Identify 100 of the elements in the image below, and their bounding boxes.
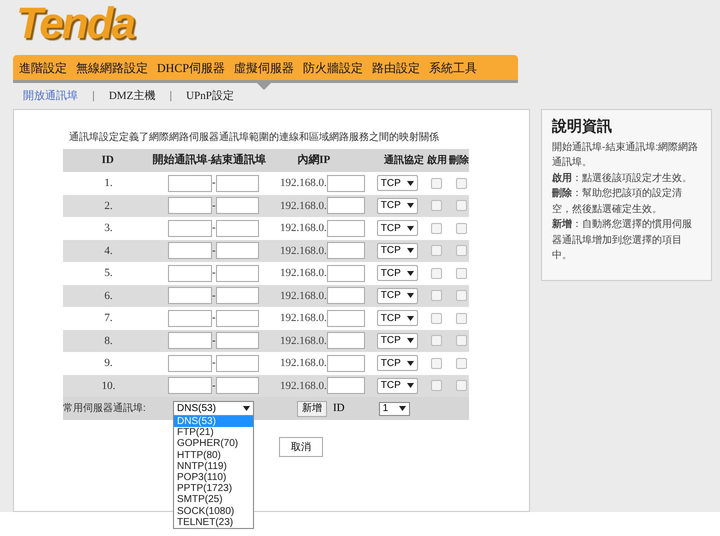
protocol-select[interactable]: TCP: [376, 242, 418, 259]
dropdown-option[interactable]: GOPHER(70): [174, 438, 253, 450]
checkbox[interactable]: [456, 358, 467, 369]
start-port-field[interactable]: [168, 264, 212, 282]
row-id: 2.: [103, 198, 114, 214]
nav-tab[interactable]: 無線網路設定: [76, 58, 148, 76]
start-port-field[interactable]: [168, 174, 212, 192]
end-port-field[interactable]: [216, 310, 259, 327]
end-port-field[interactable]: [216, 332, 259, 350]
start-port-field[interactable]: [168, 332, 212, 350]
dropdown-option[interactable]: SOCK(1080): [174, 506, 253, 517]
caret-icon: [406, 248, 414, 254]
nav-tab[interactable]: 虛擬伺服器: [234, 58, 294, 76]
end-port-field[interactable]: [216, 174, 259, 192]
checkbox[interactable]: [456, 335, 467, 346]
help-paragraph: 開始通訊埠-結束通訊埠:網際網路通訊埠。: [552, 140, 700, 170]
ip-field[interactable]: [326, 174, 365, 192]
dropdown-option[interactable]: FTP(21): [174, 427, 253, 438]
ip-field[interactable]: [326, 310, 365, 327]
start-port-field[interactable]: [168, 377, 212, 394]
nav-tab[interactable]: 系統工具: [429, 58, 478, 76]
checkbox[interactable]: [430, 200, 442, 212]
dropdown-option[interactable]: HTTP(80): [174, 450, 253, 461]
checkbox[interactable]: [430, 222, 442, 234]
ip-prefix-text: 192.168.0.: [280, 176, 327, 191]
sub-tab[interactable]: UPnP設定: [186, 88, 234, 104]
checkbox[interactable]: [430, 268, 442, 279]
checkbox[interactable]: [456, 312, 467, 324]
ip-field[interactable]: [326, 332, 365, 350]
dropdown-option[interactable]: SMTP(25): [174, 494, 253, 506]
checkbox[interactable]: [456, 222, 467, 234]
dropdown-option[interactable]: TELNET(23): [174, 516, 253, 528]
checkbox[interactable]: [456, 268, 467, 279]
sub-tab[interactable]: 開放通訊埠: [23, 88, 78, 104]
end-port-field[interactable]: [216, 287, 259, 304]
protocol-select[interactable]: TCP: [376, 198, 418, 214]
protocol-select[interactable]: TCP: [376, 310, 418, 326]
checkbox[interactable]: [456, 200, 467, 212]
protocol-select[interactable]: TCP: [376, 378, 418, 394]
column-header: 開始通訊埠-結束通訊埠: [152, 152, 265, 168]
ip-prefix-text: 192.168.0.: [280, 311, 327, 326]
start-port-field[interactable]: [168, 354, 212, 372]
separator-text: -: [212, 356, 216, 371]
id-select[interactable]: 1: [378, 402, 410, 416]
protocol-select[interactable]: TCP: [376, 332, 418, 349]
protocol-select[interactable]: TCP: [376, 175, 418, 192]
ip-field[interactable]: [326, 220, 365, 237]
protocol-select[interactable]: TCP: [376, 355, 418, 372]
checkbox[interactable]: [456, 290, 467, 302]
separator-text: -: [212, 244, 216, 258]
separator-text: -: [212, 311, 216, 326]
separator-text: -: [212, 334, 216, 348]
checkbox[interactable]: [430, 380, 442, 392]
ip-field[interactable]: [326, 197, 365, 214]
dropdown-option[interactable]: NNTP(119): [174, 460, 253, 472]
column-header: 啟用: [427, 154, 447, 168]
checkbox[interactable]: [430, 358, 442, 369]
start-port-field[interactable]: [168, 220, 212, 237]
protocol-select[interactable]: TCP: [376, 288, 418, 304]
protocol-select[interactable]: TCP: [376, 265, 418, 282]
end-port-field[interactable]: [216, 354, 259, 372]
checkbox[interactable]: [456, 178, 467, 189]
ip-field[interactable]: [326, 354, 365, 372]
checkbox[interactable]: [430, 312, 442, 324]
sub-tab[interactable]: DMZ主機: [108, 88, 156, 104]
common-ports-select[interactable]: DNS(53): [173, 401, 254, 416]
nav-tab[interactable]: 進階設定: [19, 58, 67, 76]
ip-prefix-text: 192.168.0.: [280, 221, 327, 236]
dropdown-option[interactable]: PPTP(1723): [174, 483, 253, 494]
end-port-field[interactable]: [216, 264, 259, 282]
cancel-button[interactable]: 取消: [279, 437, 323, 457]
start-port-field[interactable]: [168, 242, 212, 260]
caret-icon: [406, 360, 414, 366]
checkbox[interactable]: [456, 245, 467, 256]
start-port-field[interactable]: [168, 287, 212, 304]
end-port-field[interactable]: [216, 242, 259, 260]
end-port-field[interactable]: [216, 197, 259, 214]
nav-tab[interactable]: 路由設定: [372, 58, 420, 76]
ip-field[interactable]: [326, 264, 365, 282]
add-button[interactable]: 新增: [297, 400, 327, 416]
end-port-field[interactable]: [216, 377, 259, 394]
caret-icon: [243, 406, 250, 411]
checkbox[interactable]: [430, 335, 442, 346]
ip-field[interactable]: [326, 287, 365, 304]
nav-tab[interactable]: 防火牆設定: [303, 58, 364, 76]
checkbox[interactable]: [430, 290, 442, 302]
dropdown-option[interactable]: POP3(110): [174, 472, 253, 484]
checkbox[interactable]: [456, 380, 467, 392]
start-port-field[interactable]: [168, 310, 212, 327]
checkbox[interactable]: [430, 178, 442, 189]
ip-field[interactable]: [326, 242, 365, 260]
start-port-field[interactable]: [168, 197, 212, 214]
ip-field[interactable]: [326, 377, 365, 394]
protocol-select[interactable]: TCP: [376, 220, 418, 236]
nav-tab[interactable]: DHCP伺服器: [157, 58, 226, 76]
tab-separator: |: [92, 88, 95, 104]
checkbox[interactable]: [430, 245, 442, 256]
separator-text: -: [212, 198, 216, 214]
row-id: 6.: [103, 288, 114, 304]
end-port-field[interactable]: [216, 220, 259, 237]
